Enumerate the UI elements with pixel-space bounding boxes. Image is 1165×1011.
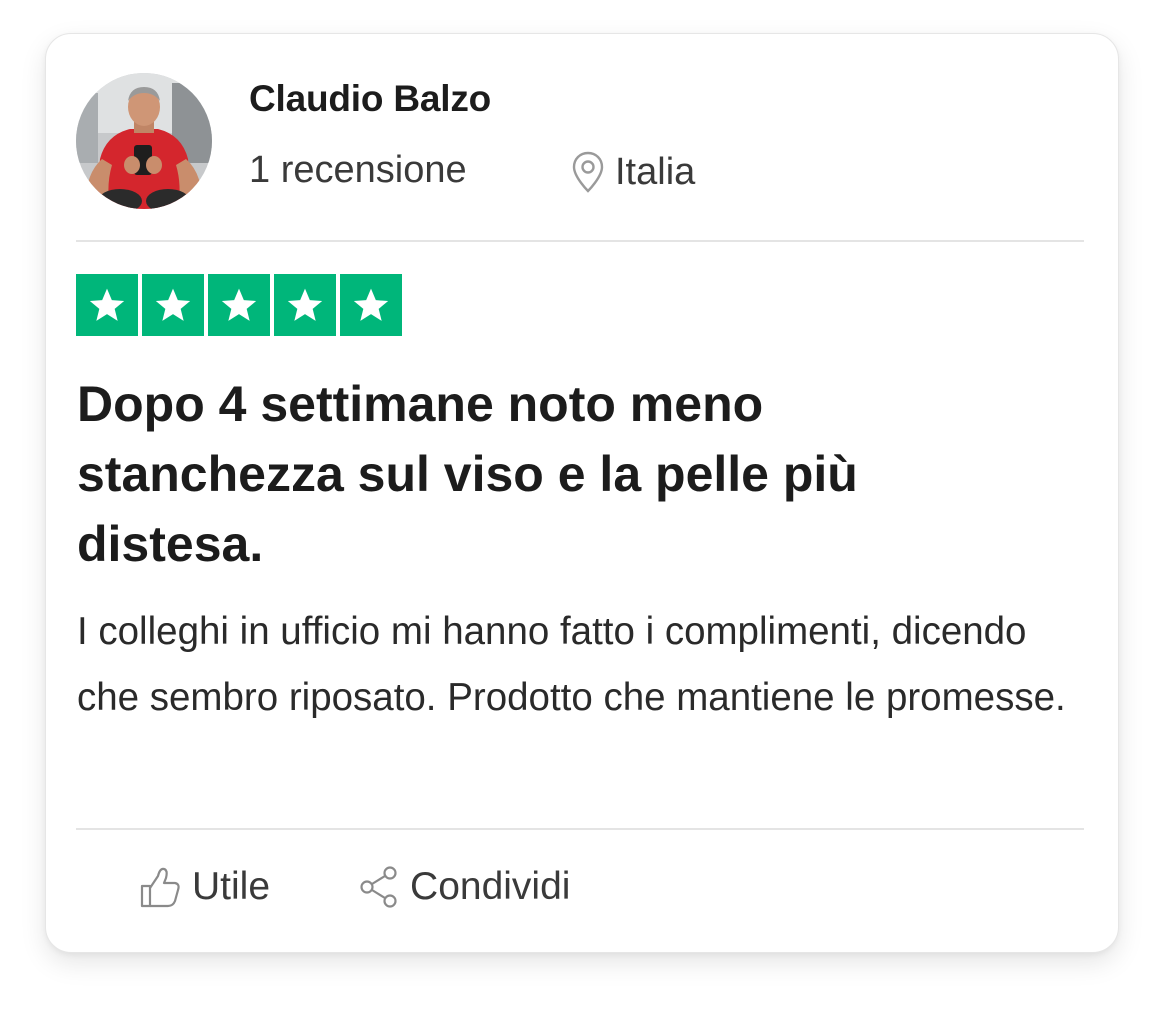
reviewer-photo [76,73,212,209]
star-icon [353,288,389,321]
review-body: I colleghi in ufficio mi hanno fatto i c… [77,610,1066,719]
helpful-button[interactable]: Utile [138,864,270,910]
star-icon [221,288,257,321]
star-1 [76,274,138,336]
reviewer-name[interactable]: Claudio Balzo [249,78,491,120]
header-divider [76,240,1084,242]
location-label: Italia [615,150,696,193]
star-icon [89,288,125,321]
star-2 [142,274,204,336]
share-button[interactable]: Condividi [358,865,570,909]
footer-divider [76,828,1084,830]
share-icon [360,866,397,908]
helpful-label: Utile [192,865,271,908]
star-4 [274,274,336,336]
thumbs-up-icon [140,867,180,908]
review-card: Claudio Balzo 1 recensione Italia Dopo 4… [45,33,1119,953]
review-actions: Utile Condividi [138,864,570,910]
star-icon [287,288,323,321]
map-pin-icon [572,151,604,193]
avatar[interactable] [76,73,212,209]
review-title: Dopo 4 settimane noto meno stanchezza su… [77,376,858,572]
reviewer-location: Italia [571,149,695,195]
share-label: Condividi [410,865,571,908]
star-icon [155,288,191,321]
star-5 [340,274,402,336]
star-rating [76,274,402,336]
star-3 [208,274,270,336]
review-count: 1 recensione [249,149,467,191]
